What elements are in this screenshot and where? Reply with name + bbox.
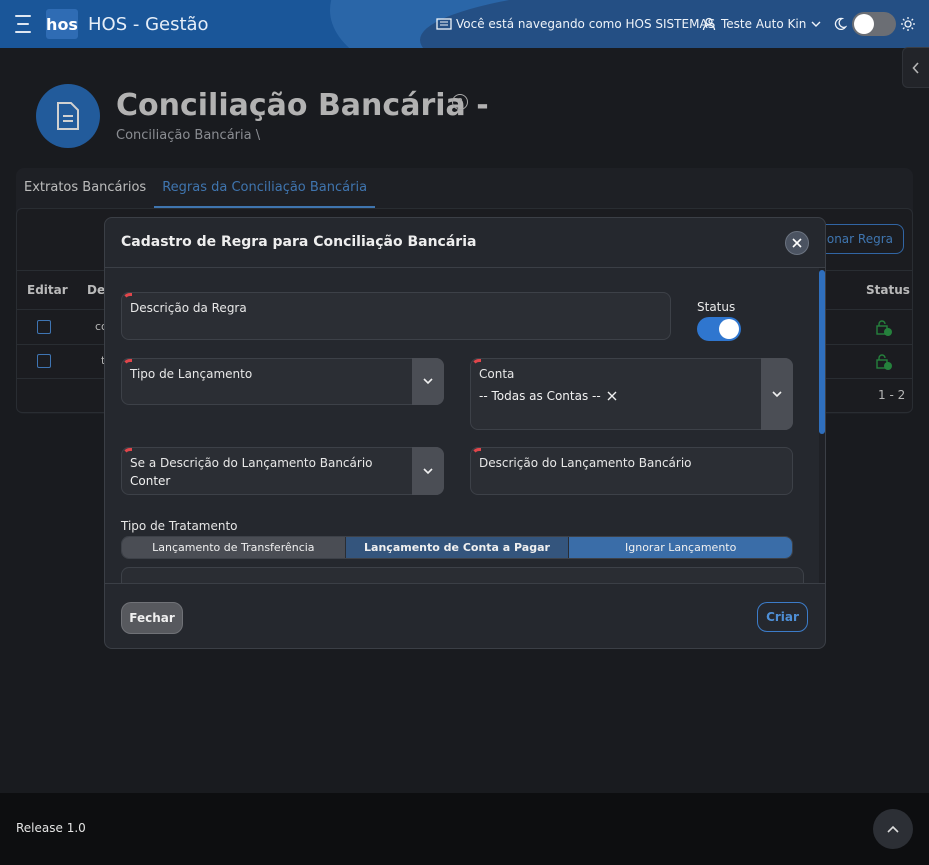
close-button[interactable] — [785, 231, 809, 255]
tipo-lancamento-label: Tipo de Lançamento — [130, 367, 253, 381]
conta-value: -- Todas as Contas -- — [479, 389, 601, 403]
app-title: HOS - Gestão — [88, 13, 209, 35]
descricao-lancamento-field[interactable]: Descrição do Lançamento Bancário — [470, 447, 793, 495]
scroll-top-button[interactable] — [873, 809, 913, 849]
modal-header: Cadastro de Regra para Conciliação Bancá… — [105, 218, 825, 268]
tratamento-details-box — [121, 567, 804, 583]
rule-modal: Cadastro de Regra para Conciliação Bancá… — [104, 217, 826, 649]
conta-chip: -- Todas as Contas -- — [479, 389, 617, 403]
status-label: Status — [697, 300, 736, 314]
option-conta-pagar[interactable]: Lançamento de Conta a Pagar — [344, 537, 569, 558]
navigating-as-text: Você está navegando como HOS SISTEMAS — [456, 17, 716, 31]
modal-body: Descrição da Regra Status Tipo de Lançam… — [105, 268, 825, 583]
chevron-down-icon — [811, 21, 821, 27]
se-descricao-value: Conter — [130, 474, 171, 488]
chevron-down-icon — [423, 378, 433, 385]
dropdown-toggle[interactable] — [412, 447, 444, 495]
footer: Release 1.0 — [0, 793, 929, 865]
user-menu[interactable]: Teste Auto Kin — [702, 0, 821, 48]
descricao-regra-label: Descrição da Regra — [130, 301, 247, 315]
remove-chip-icon[interactable] — [607, 391, 617, 401]
tipo-tratamento-segmented: Lançamento de Transferência Lançamento d… — [121, 536, 793, 559]
close-icon — [792, 238, 802, 248]
top-bar: hos HOS - Gestão Você está navegando com… — [0, 0, 929, 48]
theme-toggle[interactable] — [852, 12, 896, 36]
chevron-up-icon — [887, 825, 899, 833]
option-ignorar[interactable]: Ignorar Lançamento — [568, 537, 792, 558]
release-version: Release 1.0 — [16, 821, 86, 835]
dropdown-toggle[interactable] — [761, 358, 793, 430]
navigating-as-info[interactable]: Você está navegando como HOS SISTEMAS — [436, 0, 715, 48]
se-descricao-select[interactable]: Se a Descrição do Lançamento Bancário Co… — [121, 447, 444, 495]
tipo-tratamento-label: Tipo de Tratamento — [121, 519, 238, 533]
company-icon — [436, 18, 452, 30]
menu-icon[interactable] — [14, 0, 32, 48]
status-switch[interactable] — [697, 317, 741, 341]
user-name: Teste Auto Kin — [721, 17, 807, 31]
dropdown-toggle[interactable] — [412, 358, 444, 405]
criar-button[interactable]: Criar — [757, 602, 808, 632]
option-transferencia[interactable]: Lançamento de Transferência — [122, 537, 345, 558]
modal-title: Cadastro de Regra para Conciliação Bancá… — [121, 234, 477, 250]
se-descricao-label: Se a Descrição do Lançamento Bancário — [130, 456, 373, 470]
chevron-down-icon — [423, 467, 433, 474]
user-icon — [702, 17, 716, 31]
chevron-down-icon — [772, 390, 782, 397]
modal-footer: Fechar Criar — [105, 583, 825, 648]
app-logo[interactable]: hos — [46, 9, 78, 39]
tipo-lancamento-select[interactable]: Tipo de Lançamento — [121, 358, 444, 405]
conta-label: Conta — [479, 367, 515, 381]
descricao-lancamento-label: Descrição do Lançamento Bancário — [479, 456, 692, 470]
sun-icon — [900, 0, 916, 48]
modal-scrollbar[interactable] — [819, 268, 825, 583]
fechar-button[interactable]: Fechar — [121, 602, 183, 634]
conta-select[interactable]: Conta -- Todas as Contas -- — [470, 358, 793, 430]
descricao-regra-field[interactable]: Descrição da Regra — [121, 292, 671, 340]
moon-icon — [833, 0, 847, 48]
